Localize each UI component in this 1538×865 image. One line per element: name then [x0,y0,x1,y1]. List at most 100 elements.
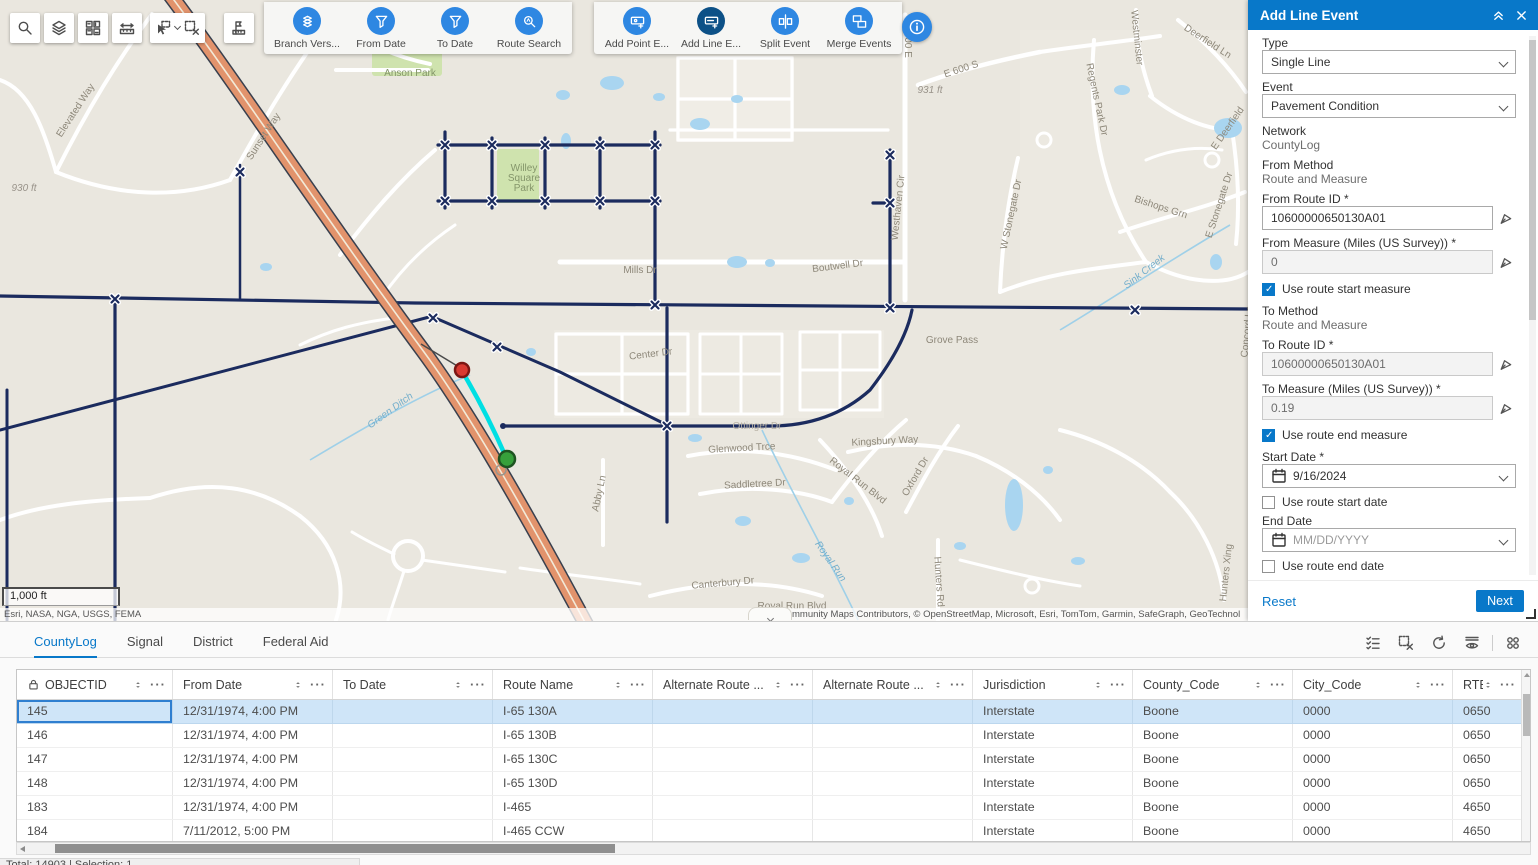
toolbar-item-from-date[interactable]: From Date [346,7,416,50]
use-route-start-measure-checkbox[interactable]: Use route start measure [1262,282,1516,296]
column-header-alternate-route[interactable]: Alternate Route ...··· [813,670,973,699]
basemap-button[interactable] [78,13,108,43]
tab-countylog[interactable]: CountyLog [34,629,97,658]
table-cell[interactable]: 7/11/2012, 5:00 PM [173,820,333,842]
next-button[interactable]: Next [1476,590,1524,612]
table-cell[interactable] [333,820,493,842]
measure-button[interactable] [112,13,142,43]
column-header-alternate-route[interactable]: Alternate Route ...··· [653,670,813,699]
select-tool-dropdown-icon[interactable] [174,23,181,30]
table-cell[interactable]: 0650 [1453,724,1523,747]
table-cell[interactable] [653,724,813,747]
toolbar-item-to-date[interactable]: To Date [420,7,490,50]
route-select-button[interactable] [224,13,254,43]
tab-federal-aid[interactable]: Federal Aid [263,629,329,658]
column-header-city-code[interactable]: City_Code··· [1293,670,1453,699]
close-panel-button[interactable] [1515,9,1528,22]
table-row[interactable]: 14612/31/1974, 4:00 PM I-65 130B Interstat… [17,724,1530,748]
table-horizontal-scrollbar[interactable] [16,842,1531,855]
event-select[interactable]: Pavement Condition [1262,94,1516,118]
scroll-left-arrow[interactable] [20,846,25,852]
column-header-jurisdiction[interactable]: Jurisdiction··· [973,670,1133,699]
table-cell[interactable]: 184 [17,820,173,842]
table-cell[interactable]: 0650 [1453,700,1523,723]
toolbar-item-split-event[interactable]: Split Event [750,7,820,50]
toolbar-item-add-line-e[interactable]: Add Line E... [676,7,746,50]
table-cell[interactable] [813,796,973,819]
from-measure-marker[interactable] [455,363,469,377]
toolbar-item-route-search[interactable]: Route Search [494,7,564,50]
table-cell[interactable]: 148 [17,772,173,795]
column-menu-button[interactable]: ··· [630,677,646,692]
table-cell[interactable] [813,820,973,842]
table-cell[interactable]: 12/31/1974, 4:00 PM [173,748,333,771]
table-cell[interactable]: 12/31/1974, 4:00 PM [173,700,333,723]
sort-icon[interactable] [1253,680,1263,690]
sort-icon[interactable] [293,680,303,690]
column-menu-button[interactable]: ··· [1110,677,1126,692]
table-cell[interactable]: 183 [17,796,173,819]
table-cell[interactable]: Interstate [973,748,1133,771]
table-cell[interactable] [333,748,493,771]
pick-to-route-button[interactable] [1498,355,1516,373]
table-cell[interactable] [653,772,813,795]
column-header-rtel[interactable]: RTEL··· [1453,670,1523,699]
table-row[interactable]: 14512/31/1974, 4:00 PMI-65 130AInterstat… [17,700,1530,724]
pick-from-measure-button[interactable] [1498,253,1516,271]
sort-icon[interactable] [453,680,463,690]
table-cell[interactable]: Boone [1133,820,1293,842]
scroll-up-arrow[interactable] [1524,673,1530,677]
pick-from-route-button[interactable] [1498,209,1516,227]
info-button[interactable] [902,12,932,42]
table-cell[interactable]: 0000 [1293,700,1453,723]
table-cell[interactable]: I-65 130D [493,772,653,795]
column-menu-button[interactable]: ··· [150,677,166,692]
layers-button[interactable] [44,13,74,43]
use-route-end-measure-checkbox[interactable]: Use route end measure [1262,428,1516,442]
map-view[interactable]: 930 ftElevated WaySunset WayAnson ParkWi… [0,0,1248,621]
table-cell[interactable] [333,772,493,795]
table-cell[interactable] [333,724,493,747]
table-cell[interactable]: 12/31/1974, 4:00 PM [173,724,333,747]
toolbar-item-add-point-e[interactable]: Add Point E... [602,7,672,50]
table-cell[interactable]: 4650 [1453,796,1523,819]
table-cell[interactable] [653,796,813,819]
table-cell[interactable]: I-65 130B [493,724,653,747]
start-date-input[interactable]: 9/16/2024 [1262,464,1516,488]
table-row[interactable]: 14712/31/1974, 4:00 PMI-65 130CInterstat… [17,748,1530,772]
end-date-input[interactable]: MM/DD/YYYY [1262,528,1516,552]
table-cell[interactable]: I-465 CCW [493,820,653,842]
table-cell[interactable]: Interstate [973,724,1133,747]
table-cell[interactable]: 0000 [1293,724,1453,747]
sort-icon[interactable] [1483,680,1493,690]
table-cell[interactable] [813,748,973,771]
column-header-route-name[interactable]: Route Name··· [493,670,653,699]
toolbar-item-branch-vers[interactable]: Branch Vers... [272,7,342,50]
tab-district[interactable]: District [193,629,233,658]
type-select[interactable]: Single Line [1262,50,1516,74]
sort-icon[interactable] [133,680,143,690]
column-menu-button[interactable]: ··· [1270,677,1286,692]
table-cell[interactable]: 0000 [1293,772,1453,795]
column-menu-button[interactable]: ··· [790,677,806,692]
table-cell[interactable] [813,724,973,747]
sort-icon[interactable] [1093,680,1103,690]
column-menu-button[interactable]: ··· [950,677,966,692]
sort-icon[interactable] [933,680,943,690]
pick-to-measure-button[interactable] [1498,399,1516,417]
refresh-table-button[interactable] [1426,630,1452,656]
table-cell[interactable]: Boone [1133,748,1293,771]
toggle-columns-button[interactable] [1459,630,1485,656]
table-row[interactable]: 1847/11/2012, 5:00 PMI-465 CCWInterstate… [17,820,1530,842]
collapse-panel-button[interactable] [1492,9,1505,22]
table-cell[interactable]: Interstate [973,796,1133,819]
reset-link[interactable]: Reset [1262,594,1476,609]
from-route-id-input[interactable]: 10600000650130A01 [1262,206,1493,230]
clear-table-selection-button[interactable] [1393,630,1419,656]
column-header-to-date[interactable]: To Date··· [333,670,493,699]
table-cell[interactable]: I-465 [493,796,653,819]
table-cell[interactable]: 146 [17,724,173,747]
table-cell[interactable]: Boone [1133,796,1293,819]
table-cell[interactable]: 0650 [1453,748,1523,771]
table-cell[interactable]: 12/31/1974, 4:00 PM [173,796,333,819]
